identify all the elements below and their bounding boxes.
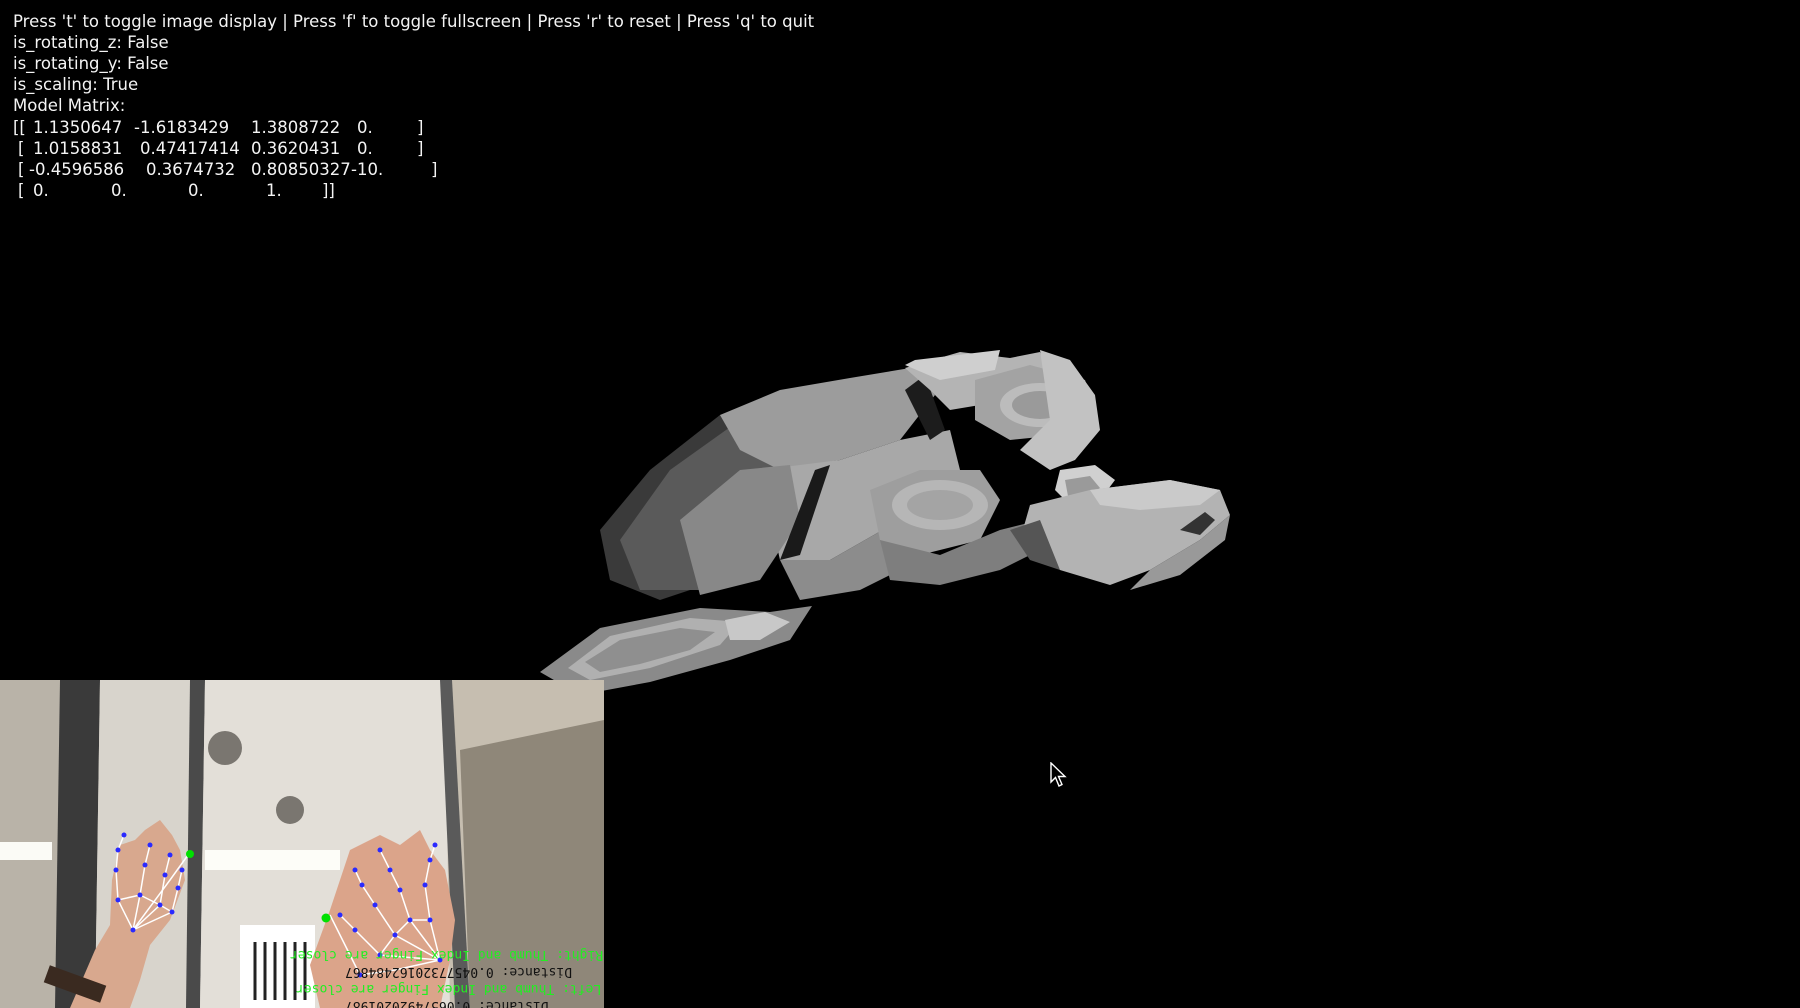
matrix-cell: 0.: [33, 181, 49, 200]
distance-readout: Distance: 0.04577320162484867: [345, 964, 572, 979]
matrix-cell: 0.: [357, 118, 373, 137]
matrix-cell: 0.: [111, 181, 127, 200]
matrix-cell: -0.4596586: [29, 160, 125, 179]
app-window: Press 't' to toggle image display | Pres…: [0, 0, 1800, 1008]
matrix-bracket-close: ]: [417, 118, 424, 137]
matrix-cell: 0.47417414: [140, 139, 240, 158]
matrix-bracket-close: ]: [431, 160, 438, 179]
keyboard-help-text: Press 't' to toggle image display | Pres…: [13, 12, 815, 31]
matrix-cell: -1.6183429: [134, 118, 230, 137]
right-hand-hint: Right: Thumb and Index Finger are closer: [290, 947, 604, 962]
matrix-cell: 1.: [266, 181, 282, 200]
left-pinch-point: [186, 850, 194, 858]
matrix-cell: -10.: [351, 160, 384, 179]
rotating-z-status: is_rotating_z: False: [13, 33, 169, 52]
left-hand-hint: Left: Thumb and Index Finger are closer: [296, 981, 602, 996]
camera-feed-preview: Right: Thumb and Index Finger are closer…: [0, 680, 604, 1008]
matrix-cell: 1.0158831: [33, 139, 123, 158]
matrix-bracket-open: [[: [13, 118, 26, 137]
matrix-bracket-close: ]: [417, 139, 424, 158]
matrix-cell: 0.: [188, 181, 204, 200]
mouse-pointer-icon: [1050, 762, 1067, 787]
matrix-cell: 0.3620431: [251, 139, 341, 158]
matrix-bracket-open: [: [18, 181, 25, 200]
model-matrix-label: Model Matrix:: [13, 96, 126, 115]
matrix-cell: 0.80850327: [251, 160, 351, 179]
matrix-bracket-open: [: [18, 139, 25, 158]
matrix-cell: 1.1350647: [33, 118, 123, 137]
matrix-bracket-close: ]]: [322, 181, 335, 200]
matrix-cell: 0.: [357, 139, 373, 158]
matrix-cell: 0.3674732: [146, 160, 236, 179]
monkey-head-model: [540, 350, 1230, 695]
distance-readout-2: Distance: 0.06574920201987: [345, 998, 549, 1008]
scaling-status: is_scaling: True: [13, 75, 139, 94]
rotating-y-status: is_rotating_y: False: [13, 54, 169, 73]
matrix-cell: 1.3808722: [251, 118, 341, 137]
matrix-bracket-open: [: [18, 160, 25, 179]
right-pinch-point: [321, 913, 331, 923]
